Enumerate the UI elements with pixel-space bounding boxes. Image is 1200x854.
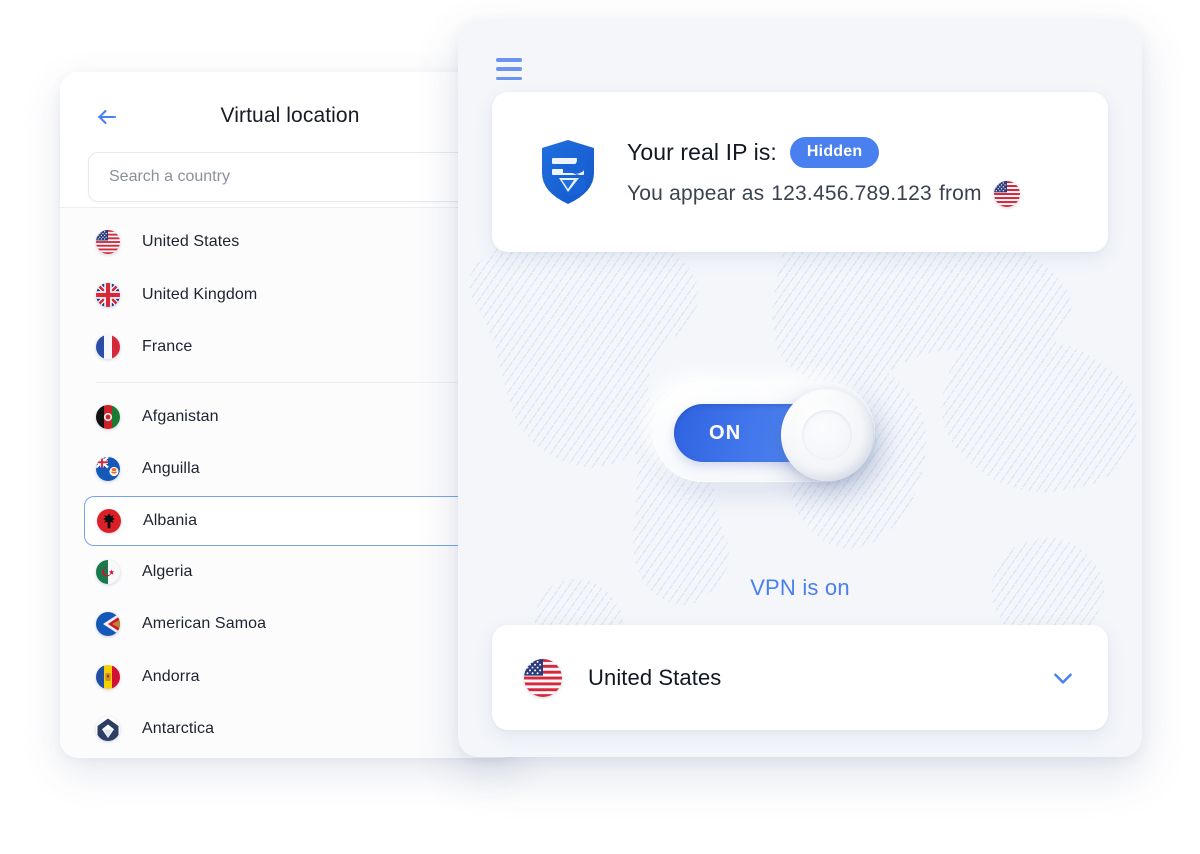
appear-prefix-label: You appear as bbox=[627, 182, 765, 205]
flag-albania-icon bbox=[97, 508, 121, 533]
list-item-anguilla[interactable]: Anguilla bbox=[60, 443, 520, 496]
real-ip-label: Your real IP is: bbox=[627, 139, 777, 165]
hamburger-menu-icon[interactable] bbox=[496, 58, 522, 80]
list-item-label: Andorra bbox=[142, 667, 200, 685]
vpn-status-text: VPN is on bbox=[750, 575, 850, 600]
apparent-ip-line: You appear as 123.456.789.123 from bbox=[627, 181, 1020, 207]
search-input[interactable] bbox=[107, 167, 473, 187]
list-item-albania[interactable]: Albania bbox=[84, 495, 520, 546]
flag-anguilla-icon bbox=[96, 457, 120, 482]
list-item-afganistan[interactable]: Afganistan bbox=[60, 391, 520, 444]
appear-suffix-label: from bbox=[938, 182, 982, 205]
flag-france-icon bbox=[96, 335, 120, 360]
list-item-label: United Kingdom bbox=[142, 285, 258, 303]
search-country-box[interactable] bbox=[88, 152, 492, 202]
list-item-algeria[interactable]: Algeria bbox=[60, 546, 520, 599]
list-item-label: United States bbox=[142, 233, 240, 251]
flag-afganistan-icon bbox=[96, 404, 120, 429]
country-list[interactable]: United States United Kingdom France Afga… bbox=[60, 208, 520, 758]
panel-header: Virtual location bbox=[60, 72, 520, 207]
chevron-down-icon[interactable] bbox=[1050, 665, 1076, 691]
apparent-ip-value: 123.456.789.123 bbox=[771, 182, 932, 205]
real-ip-card: Your real IP is: Hidden You appear as 12… bbox=[492, 92, 1108, 252]
flag-american-samoa-icon bbox=[96, 612, 120, 637]
list-item-antarctica[interactable]: Antarctica bbox=[60, 703, 520, 756]
vpn-main-panel: Your real IP is: Hidden You appear as 12… bbox=[458, 20, 1142, 757]
list-item-recent-fr[interactable]: France bbox=[60, 321, 520, 374]
flag-united-states-icon bbox=[524, 658, 562, 697]
toggle-knob[interactable] bbox=[781, 389, 873, 481]
list-item-label: Antarctica bbox=[142, 720, 215, 738]
list-item-recent-us[interactable]: United States bbox=[60, 216, 520, 269]
selected-country-selector[interactable]: United States bbox=[492, 625, 1108, 730]
ip-text-block: Your real IP is: Hidden You appear as 12… bbox=[627, 137, 1020, 207]
list-item-label: Anguilla bbox=[142, 460, 200, 478]
flag-united-states-icon bbox=[993, 181, 1020, 207]
selected-country-label: United States bbox=[588, 664, 722, 690]
list-group-divider bbox=[96, 381, 520, 383]
list-item-label: Afganistan bbox=[142, 407, 219, 425]
list-item-label: Albania bbox=[143, 511, 198, 529]
page-title: Virtual location bbox=[220, 104, 360, 127]
app-stage: Virtual location Search a country United… bbox=[0, 0, 1200, 854]
status-badge-hidden[interactable]: Hidden bbox=[789, 137, 880, 168]
vpn-power-toggle[interactable]: ON bbox=[653, 372, 943, 497]
list-item-andorra[interactable]: Andorra bbox=[60, 651, 520, 704]
flag-united-states-icon bbox=[96, 230, 120, 255]
list-item-recent-gb[interactable]: United Kingdom bbox=[60, 269, 520, 322]
toggle-state-label: ON bbox=[709, 421, 742, 444]
list-item-american-samoa[interactable]: American Samoa bbox=[60, 598, 520, 651]
flag-antarctica-icon bbox=[96, 717, 120, 742]
flag-andorra-icon bbox=[96, 664, 120, 689]
real-ip-line: Your real IP is: Hidden bbox=[627, 137, 1020, 168]
list-item-label: Algeria bbox=[142, 562, 193, 580]
list-item-label: France bbox=[142, 338, 193, 356]
virtual-location-panel: Virtual location Search a country United… bbox=[60, 72, 520, 758]
shield-logo-icon bbox=[540, 139, 596, 205]
flag-algeria-icon bbox=[96, 559, 120, 584]
flag-united-kingdom-icon bbox=[96, 282, 120, 307]
list-item-label: American Samoa bbox=[142, 615, 267, 633]
